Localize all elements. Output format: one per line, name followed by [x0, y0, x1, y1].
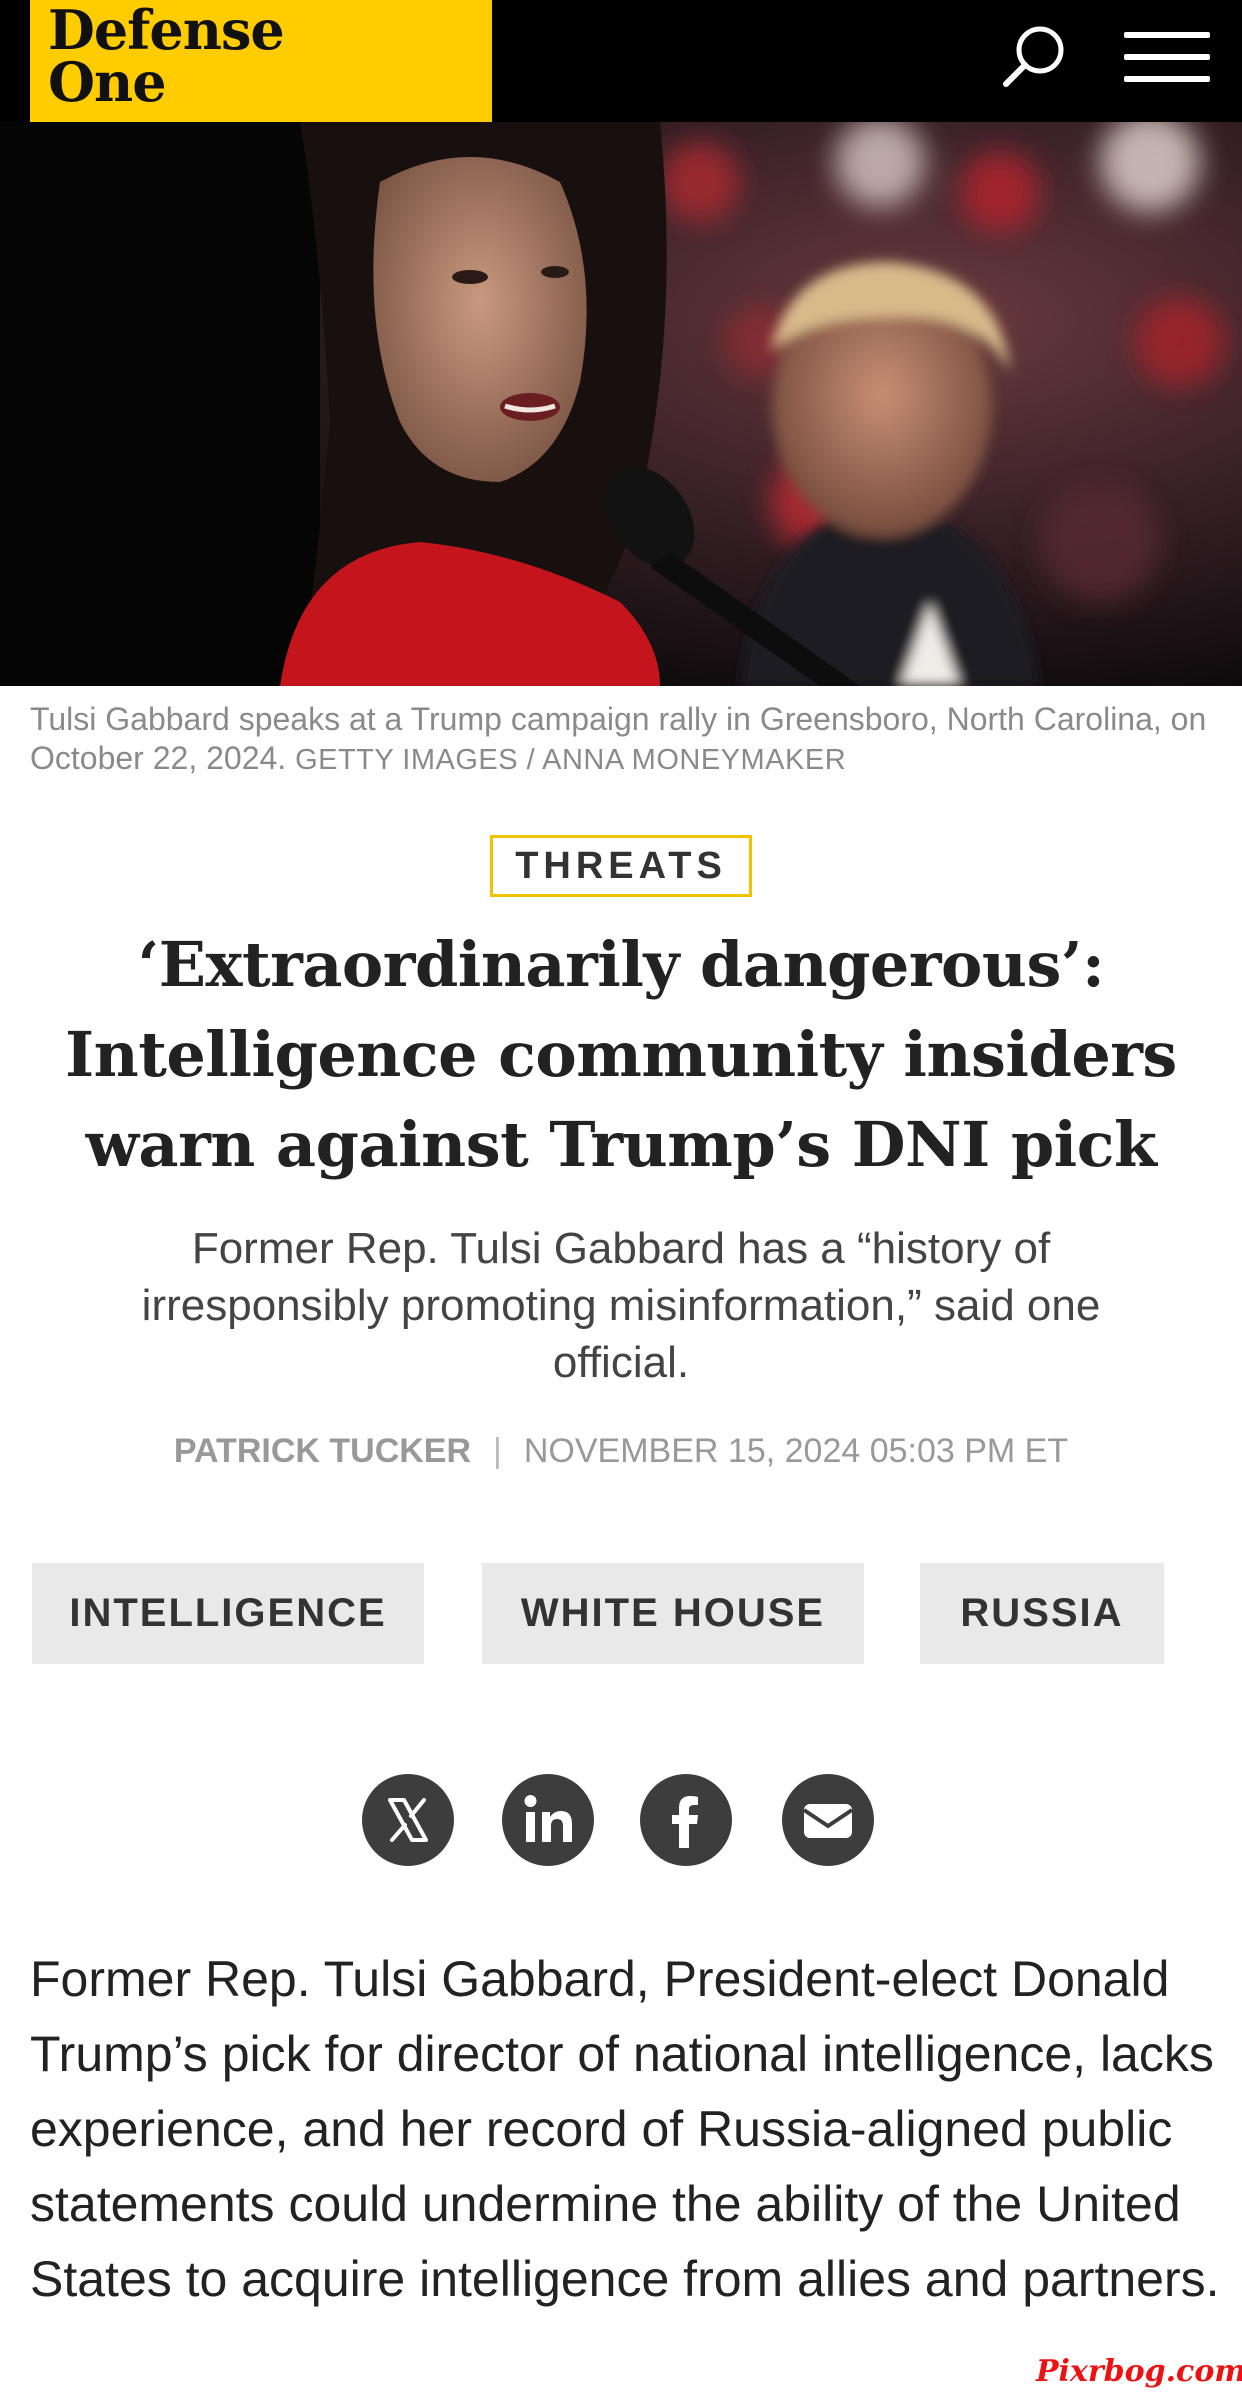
- photo-credit: Getty Images / Anna Moneymaker: [295, 744, 847, 776]
- search-icon: [1003, 26, 1064, 87]
- logo-line-2: One: [48, 50, 167, 114]
- share-linkedin-button[interactable]: [502, 1774, 594, 1866]
- email-icon: [802, 1804, 854, 1838]
- article-dek: Former Rep. Tulsi Gabbard has a “history…: [141, 1224, 1101, 1387]
- site-header: Defense One: [0, 0, 1242, 124]
- byline: PATRICK TUCKER | NOVEMBER 15, 2024 05:03 P…: [0, 1432, 1242, 1471]
- byline-separator: |: [493, 1432, 502, 1470]
- hamburger-menu-icon[interactable]: [1124, 30, 1210, 86]
- watermark: Pixrbog.com: [1036, 2354, 1242, 2389]
- logo-line-1: Defense: [48, 0, 285, 62]
- share-email-button[interactable]: [782, 1774, 874, 1866]
- topic-tag-white-house[interactable]: WHITE HOUSE: [482, 1563, 864, 1664]
- search-button[interactable]: [998, 22, 1070, 94]
- facebook-icon: [672, 1796, 698, 1848]
- topic-tag-russia[interactable]: RUSSIA: [920, 1563, 1164, 1664]
- defense-one-logo[interactable]: Defense One: [30, 0, 492, 124]
- share-facebook-button[interactable]: [640, 1774, 732, 1866]
- x-icon: [388, 1798, 428, 1842]
- article-body-paragraph: Former Rep. Tulsi Gabbard, President-ele…: [30, 1951, 1220, 2307]
- share-x-button[interactable]: [362, 1774, 454, 1866]
- article-headline: ‘Extraordinarily dangerous’: Intelligenc…: [65, 928, 1177, 1181]
- photo-caption: Tulsi Gabbard speaks at a Trump campaign…: [30, 700, 1220, 780]
- author-link[interactable]: PATRICK TUCKER: [174, 1432, 471, 1470]
- publish-date: NOVEMBER 15, 2024 05:03 PM ET: [523, 1432, 1069, 1470]
- hero-photo: [0, 122, 1242, 686]
- linkedin-icon: [524, 1795, 572, 1842]
- topic-tag-intelligence[interactable]: INTELLIGENCE: [32, 1563, 424, 1664]
- section-tag-threats[interactable]: THREATS: [490, 835, 752, 897]
